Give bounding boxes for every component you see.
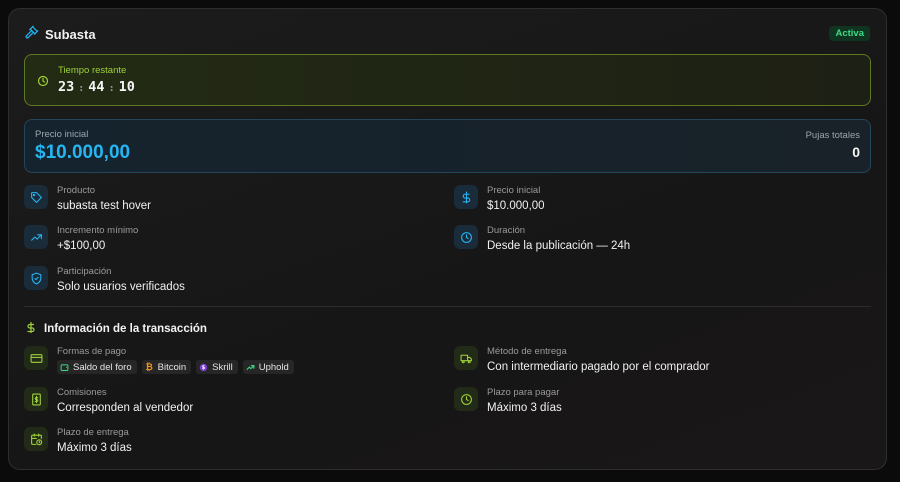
transaction-title: Información de la transacción bbox=[44, 323, 207, 335]
bitcoin-icon: ₿ bbox=[145, 362, 153, 372]
countdown-separator: : bbox=[78, 83, 85, 94]
detail-value: Corresponden al vendedor bbox=[57, 402, 194, 414]
countdown-minutes: 44 bbox=[88, 79, 105, 95]
detail-delivery-method: Método de entrega Con intermediario paga… bbox=[454, 346, 709, 373]
countdown-hours: 23 bbox=[58, 79, 75, 95]
credit-card-icon bbox=[24, 346, 48, 370]
countdown-separator: : bbox=[108, 83, 115, 94]
receipt-icon bbox=[24, 387, 48, 411]
dollar-icon bbox=[25, 321, 37, 337]
detail-label: Duración bbox=[487, 225, 526, 236]
detail-label: Método de entrega bbox=[487, 346, 567, 357]
tag-icon bbox=[24, 185, 48, 209]
clock-icon bbox=[37, 74, 49, 92]
dollar-icon bbox=[454, 185, 478, 209]
total-bids-value: 0 bbox=[852, 144, 860, 160]
countdown-panel: Tiempo restante 23 : 44 : 10 bbox=[24, 54, 871, 106]
shield-check-icon bbox=[24, 266, 48, 290]
trending-up-icon bbox=[246, 363, 255, 372]
detail-label: Precio inicial bbox=[487, 185, 541, 196]
detail-value: Con intermediario pagado por el comprado… bbox=[487, 361, 710, 373]
payment-method-list: Saldo del foro ₿ Bitcoin $ Skrill Uphold bbox=[57, 360, 299, 374]
detail-delivery-term: Plazo de entrega Máximo 3 días bbox=[24, 427, 132, 454]
truck-icon bbox=[454, 346, 478, 370]
detail-participation: Participación Solo usuarios verificados bbox=[24, 266, 185, 293]
card-header: Subasta Activa bbox=[25, 25, 870, 43]
detail-label: Plazo de entrega bbox=[57, 427, 129, 438]
detail-starting-price: Precio inicial $10.000,00 bbox=[454, 185, 545, 212]
countdown-digits: 23 : 44 : 10 bbox=[58, 79, 135, 95]
detail-payment-methods: Formas de pago Saldo del foro ₿ Bitcoin … bbox=[24, 346, 299, 374]
gavel-icon bbox=[25, 25, 39, 44]
payment-chip-bitcoin: ₿ Bitcoin bbox=[141, 360, 192, 374]
calendar-clock-icon bbox=[24, 427, 48, 451]
transaction-section-title: Información de la transacción bbox=[25, 321, 207, 337]
payment-chip-uphold: Uphold bbox=[242, 360, 294, 374]
detail-product: Producto subasta test hover bbox=[24, 185, 151, 212]
detail-label: Producto bbox=[57, 185, 96, 196]
countdown-seconds: 10 bbox=[118, 79, 135, 95]
detail-duration: Duración Desde la publicación — 24h bbox=[454, 225, 630, 252]
detail-value: Máximo 3 días bbox=[487, 402, 562, 414]
skrill-icon: $ bbox=[199, 363, 208, 372]
countdown-label: Tiempo restante bbox=[58, 65, 127, 76]
price-panel: Precio inicial $10.000,00 Pujas totales … bbox=[24, 119, 871, 173]
status-badge: Activa bbox=[829, 26, 870, 41]
detail-label: Participación bbox=[57, 266, 112, 277]
total-bids-label: Pujas totales bbox=[805, 130, 860, 141]
payment-chip-skrill: $ Skrill bbox=[196, 360, 238, 374]
clock-icon bbox=[454, 225, 478, 249]
detail-label: Formas de pago bbox=[57, 346, 127, 357]
starting-price-label: Precio inicial bbox=[35, 129, 89, 140]
detail-value: $10.000,00 bbox=[487, 200, 545, 212]
detail-value: +$100,00 bbox=[57, 240, 106, 252]
starting-price-value: $10.000,00 bbox=[35, 142, 131, 163]
detail-label: Comisiones bbox=[57, 387, 107, 398]
payment-chip-forum-balance: Saldo del foro bbox=[57, 360, 137, 374]
auction-card: Subasta Activa Tiempo restante 23 : 44 :… bbox=[8, 8, 887, 470]
wallet-icon bbox=[60, 363, 69, 372]
detail-label: Plazo para pagar bbox=[487, 387, 560, 398]
trending-up-icon bbox=[24, 225, 48, 249]
detail-value: Desde la publicación — 24h bbox=[487, 240, 631, 252]
detail-value: Solo usuarios verificados bbox=[57, 281, 185, 293]
section-divider bbox=[24, 306, 871, 307]
detail-label: Incremento mínimo bbox=[57, 225, 139, 236]
clock-icon bbox=[454, 387, 478, 411]
card-title: Subasta bbox=[45, 26, 96, 42]
detail-min-increment: Incremento mínimo +$100,00 bbox=[24, 225, 138, 252]
detail-payment-term: Plazo para pagar Máximo 3 días bbox=[454, 387, 562, 414]
detail-value: Máximo 3 días bbox=[57, 442, 132, 454]
detail-value: subasta test hover bbox=[57, 200, 151, 212]
detail-fees: Comisiones Corresponden al vendedor bbox=[24, 387, 193, 414]
